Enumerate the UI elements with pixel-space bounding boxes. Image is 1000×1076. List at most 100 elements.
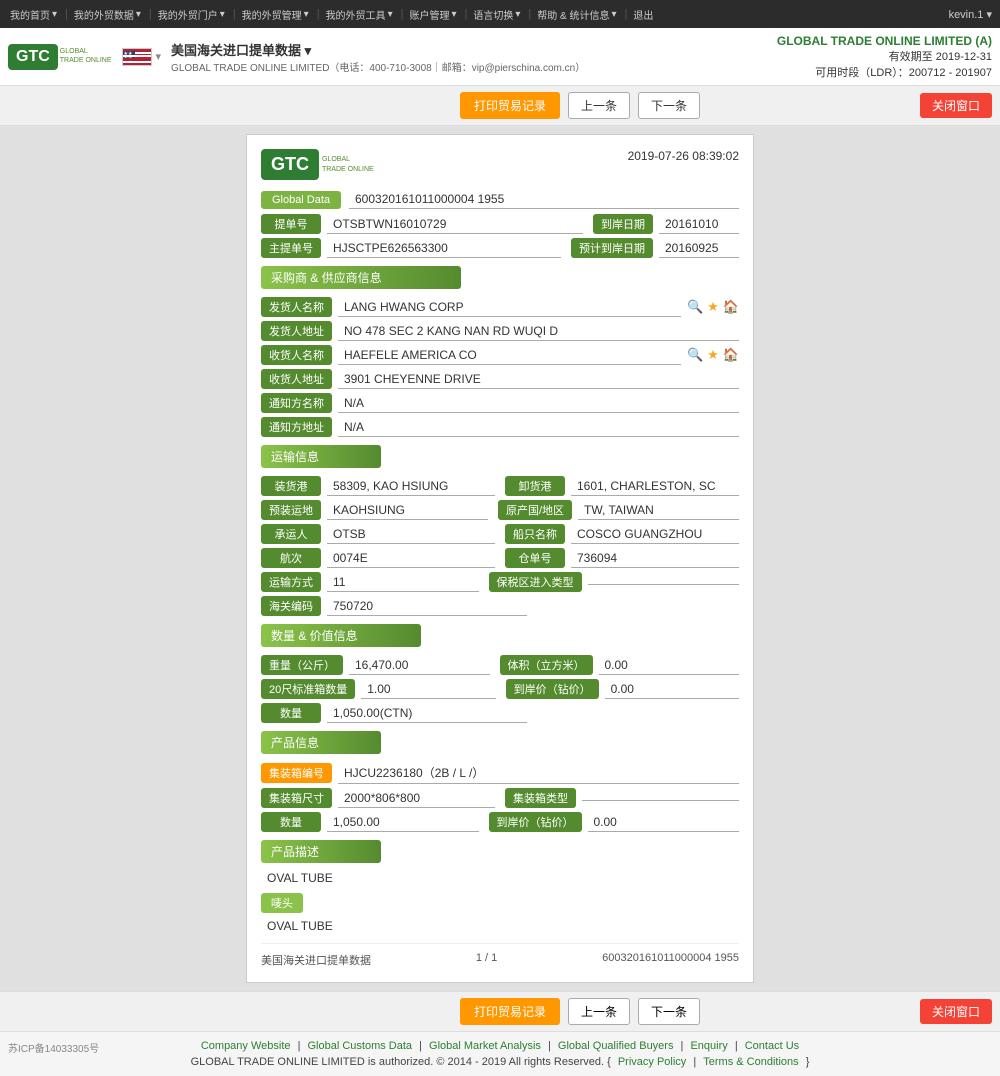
nav-logout[interactable]: 退出	[631, 7, 653, 22]
print-button-top[interactable]: 打印贸易记录	[460, 92, 560, 119]
page-footer: 苏ICP备14033305号 Company Website | Global …	[0, 1031, 1000, 1076]
notify-name-label: 通知方名称	[261, 393, 332, 413]
close-button-top[interactable]: 关闭窗口	[920, 93, 992, 118]
quantity-section-header: 数量 & 价值信息	[261, 624, 421, 647]
consignee-addr-label: 收货人地址	[261, 369, 332, 389]
next-button-top[interactable]: 下一条	[638, 92, 700, 119]
footer-link-enquiry[interactable]: Enquiry	[690, 1040, 727, 1052]
footer-terms[interactable]: Terms & Conditions	[703, 1056, 798, 1068]
notify-name-row: 通知方名称 N/A	[261, 393, 739, 413]
search-icon-2[interactable]: 🔍	[687, 347, 703, 363]
print-button-bottom[interactable]: 打印贸易记录	[460, 998, 560, 1025]
user-info: kevin.1 ▾	[949, 8, 992, 21]
doc-divider	[261, 943, 739, 944]
notify-addr-value: N/A	[338, 418, 739, 437]
arrival-price-value: 0.00	[605, 680, 739, 699]
prev-button-top[interactable]: 上一条	[568, 92, 630, 119]
global-data-row: Global Data 600320161011000004 1955	[261, 190, 739, 209]
bottom-action-bar: 打印贸易记录 上一条 下一条 关闭窗口	[0, 991, 1000, 1031]
notify-addr-row: 通知方地址 N/A	[261, 417, 739, 437]
home-icon-2[interactable]: 🏠	[723, 347, 739, 363]
est-arrival-value: 20160925	[659, 239, 739, 258]
container-num-row: 集装箱编号 HJCU2236180（2B / L /）	[261, 762, 739, 784]
master-bill-value: HJSCTPE626563300	[327, 239, 561, 258]
nav-help[interactable]: 帮助 & 统计信息 ▾	[535, 7, 616, 22]
shipper-name-label: 发货人名称	[261, 297, 332, 317]
footer-privacy[interactable]: Privacy Policy	[618, 1056, 686, 1068]
notify-name-value: N/A	[338, 394, 739, 413]
carrier-row: 承运人 OTSB 船只名称 COSCO GUANGZHOU	[261, 524, 739, 544]
customs-row: 海关编码 750720	[261, 596, 739, 616]
footer-link-market[interactable]: Global Market Analysis	[429, 1040, 541, 1052]
consignee-name-row: 收货人名称 HAEFELE AMERICA CO 🔍 ★ 🏠	[261, 345, 739, 365]
discharge-port-value: 1601, CHARLESTON, SC	[571, 477, 739, 496]
bonded-label: 保税区进入类型	[489, 572, 582, 592]
doc-footer-right: 600320161011000004 1955	[602, 952, 739, 968]
nav-trade-tools[interactable]: 我的外贸工具 ▾	[324, 7, 393, 22]
arrival-price-label: 到岸价（钻价）	[506, 679, 599, 699]
transport-row: 运输方式 11 保税区进入类型	[261, 572, 739, 592]
search-icon[interactable]: 🔍	[687, 299, 703, 315]
nav-trade-portal[interactable]: 我的外贸门户 ▾	[156, 7, 225, 22]
carrier-label: 承运人	[261, 524, 321, 544]
home-icon[interactable]: 🏠	[723, 299, 739, 315]
product-arrival-label: 到岸价（钻价）	[489, 812, 582, 832]
next-button-bottom[interactable]: 下一条	[638, 998, 700, 1025]
main-content: GTC GLOBALTRADE ONLINE 2019-07-26 08:39:…	[0, 126, 1000, 991]
logo-area: GTC GLOBALTRADE ONLINE	[8, 44, 112, 70]
shipper-addr-value: NO 478 SEC 2 KANG NAN RD WUQI D	[338, 322, 739, 341]
nav-home[interactable]: 我的首页 ▾	[8, 7, 57, 22]
nav-account[interactable]: 账户管理 ▾	[407, 7, 456, 22]
supplier-section-header: 采购商 & 供应商信息	[261, 266, 461, 289]
footer-link-company[interactable]: Company Website	[201, 1040, 291, 1052]
footer-copyright: GLOBAL TRADE ONLINE LIMITED is authorize…	[8, 1056, 992, 1068]
arrival-date-value: 20161010	[659, 215, 739, 234]
weight-value: 16,470.00	[349, 656, 490, 675]
shipper-addr-label: 发货人地址	[261, 321, 332, 341]
bill-row: 提单号 OTSBTWN16010729 到岸日期 20161010	[261, 214, 739, 234]
master-bill-row: 主提单号 HJSCTPE626563300 预计到岸日期 20160925	[261, 238, 739, 258]
consignee-name-value: HAEFELE AMERICA CO	[338, 346, 681, 365]
flag-dropdown[interactable]: ▾	[156, 50, 162, 63]
shipping-section-header: 运输信息	[261, 445, 381, 468]
global-data-label: Global Data	[261, 191, 341, 209]
nav-language[interactable]: 语言切换 ▾	[471, 7, 520, 22]
container20-row: 20尺标准箱数量 1.00 到岸价（钻价） 0.00	[261, 679, 739, 699]
transport-value: 11	[327, 573, 479, 592]
vessel-value: COSCO GUANGZHOU	[571, 525, 739, 544]
doc-logo-sub: GLOBALTRADE ONLINE	[322, 155, 374, 173]
product-qty-value: 1,050.00	[327, 813, 479, 832]
warehouse-value: 736094	[571, 549, 739, 568]
marks-value: OVAL TUBE	[261, 917, 339, 935]
close-button-bottom[interactable]: 关闭窗口	[920, 999, 992, 1024]
nav-trade-data[interactable]: 我的外贸数据 ▾	[72, 7, 141, 22]
validity-label: 有效期至 2019-12-31	[777, 48, 992, 64]
prev-button-bottom[interactable]: 上一条	[568, 998, 630, 1025]
company-subtitle: GLOBAL TRADE ONLINE LIMITED（电话：400-710-3…	[171, 59, 585, 74]
star-icon-2[interactable]: ★	[707, 347, 719, 363]
volume-value: 0.00	[599, 656, 740, 675]
footer-link-contact[interactable]: Contact Us	[745, 1040, 799, 1052]
marks-label[interactable]: 唛头	[261, 893, 303, 913]
ldr-label: 可用时段（LDR）：200712 - 201907	[777, 64, 992, 80]
product-qty-row: 数量 1,050.00 到岸价（钻价） 0.00	[261, 812, 739, 832]
footer-link-customs[interactable]: Global Customs Data	[308, 1040, 413, 1052]
port-row: 装货港 58309, KAO HSIUNG 卸货港 1601, CHARLEST…	[261, 476, 739, 496]
logo: GTC	[8, 44, 58, 70]
bonded-value	[588, 580, 740, 585]
volume-label: 体积（立方米）	[500, 655, 593, 675]
loading-port-label: 装货港	[261, 476, 321, 496]
product-section-header: 产品信息	[261, 731, 381, 754]
shipper-name-value: LANG HWANG CORP	[338, 298, 681, 317]
voyage-value: 0074E	[327, 549, 495, 568]
top-navigation: 我的首页 ▾ | 我的外贸数据 ▾ | 我的外贸门户 ▾ | 我的外贸管理 ▾ …	[0, 0, 1000, 28]
doc-datetime: 2019-07-26 08:39:02	[628, 149, 739, 163]
footer-link-buyers[interactable]: Global Qualified Buyers	[558, 1040, 674, 1052]
footer-links: Company Website | Global Customs Data | …	[8, 1040, 992, 1052]
warehouse-label: 仓单号	[505, 548, 565, 568]
transport-label: 运输方式	[261, 572, 321, 592]
star-icon[interactable]: ★	[707, 299, 719, 315]
company-title[interactable]: 美国海关进口提单数据 ▾	[171, 40, 585, 59]
nav-trade-manage[interactable]: 我的外贸管理 ▾	[240, 7, 309, 22]
doc-footer: 美国海关进口提单数据 1 / 1 600320161011000004 1955	[261, 952, 739, 968]
